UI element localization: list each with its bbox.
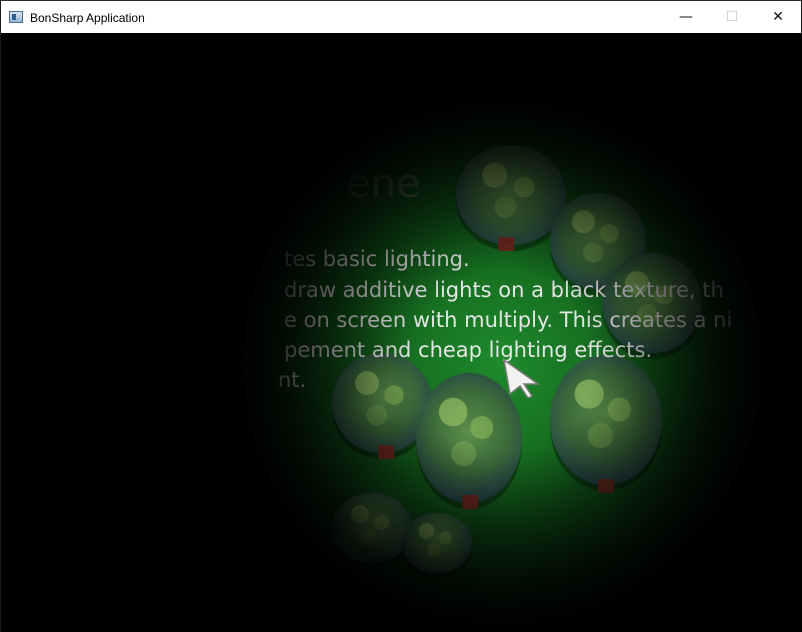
window-title: BonSharp Application xyxy=(30,11,145,25)
description-line: tes basic lighting. xyxy=(284,247,470,271)
title-bar[interactable]: BonSharp Application — ☐ ✕ xyxy=(1,0,801,33)
close-button[interactable]: ✕ xyxy=(755,1,801,33)
description-line: nt. xyxy=(278,368,307,392)
scene-text: ene tes basic lighting. draw additive li… xyxy=(2,33,802,632)
maximize-button[interactable]: ☐ xyxy=(709,1,755,33)
game-canvas[interactable]: ene tes basic lighting. draw additive li… xyxy=(2,33,802,632)
application-window: BonSharp Application — ☐ ✕ ene tes basic… xyxy=(0,0,802,632)
pointer-arrow-icon xyxy=(502,358,541,398)
minimize-button[interactable]: — xyxy=(663,1,709,33)
scene-title: ene xyxy=(346,161,421,207)
description-line: draw additive lights on a black texture,… xyxy=(284,278,724,302)
description-line: pement and cheap lighting effects. xyxy=(284,338,653,362)
description-line: e on screen with multiply. This creates … xyxy=(284,308,733,332)
app-icon xyxy=(9,11,23,23)
